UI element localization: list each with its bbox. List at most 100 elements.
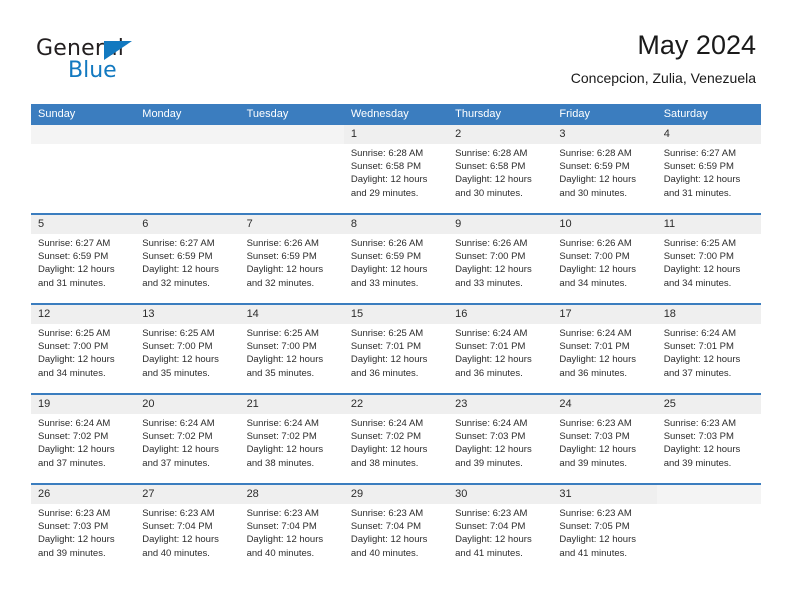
sunset-text: Sunset: 7:00 PM	[559, 251, 630, 263]
day-cell[interactable]: 2 Sunrise: 6:28 AM Sunset: 6:58 PM Daylight…	[448, 125, 553, 213]
daylight-line2-text: and 38 minutes.	[350, 457, 419, 469]
day-cell[interactable]: 3 Sunrise: 6:28 AM Sunset: 6:59 PM Daylight…	[552, 125, 657, 213]
sunrise-text: Sunrise: 6:28 AM	[350, 148, 424, 159]
day-cell[interactable]: 13 Sunrise: 6:25 AM Sunset: 7:00 PM Dayligh…	[135, 305, 240, 393]
day-cell[interactable]: 11 Sunrise: 6:25 AM Sunset: 7:00 PM Dayligh…	[656, 215, 761, 303]
day-cell[interactable]: 1 Sunrise: 6:28 AM Sunset: 6:58 PM Daylight…	[343, 125, 449, 213]
day-details: Sunrise: 6:24 AM Sunset: 7:01 PM Daylight:…	[657, 324, 761, 380]
day-number: 15	[350, 308, 364, 320]
day-details: Sunrise: 6:24 AM Sunset: 7:01 PM Daylight:…	[552, 324, 656, 380]
sunrise-text: Sunrise: 6:24 AM	[350, 418, 424, 429]
day-number: 28	[246, 488, 259, 500]
week-cells: 26 Sunrise: 6:23 AM Sunset: 7:03 PM Dayligh…	[31, 485, 761, 573]
daylight-line1-text: Daylight: 12 hours	[142, 444, 219, 456]
general-blue-logo[interactable]: General Blue	[36, 36, 266, 94]
sunset-text: Sunset: 6:59 PM	[246, 251, 317, 263]
page-subtitle: Concepcion, Zulia, Venezuela	[570, 70, 756, 86]
day-cell[interactable]: 31 Sunrise: 6:23 AM Sunset: 7:05 PM Dayligh…	[552, 485, 657, 573]
sunset-text: Sunset: 7:03 PM	[455, 431, 526, 443]
day-cell[interactable]: 18 Sunrise: 6:24 AM Sunset: 7:01 PM Dayligh…	[656, 305, 761, 393]
day-cell[interactable]: 14 Sunrise: 6:25 AM Sunset: 7:00 PM Dayligh…	[239, 305, 344, 393]
day-cell[interactable]: 10 Sunrise: 6:26 AM Sunset: 7:00 PM Dayligh…	[552, 215, 657, 303]
day-cell[interactable]: 12 Sunrise: 6:25 AM Sunset: 7:00 PM Dayligh…	[31, 305, 136, 393]
day-cell[interactable]: 6 Sunrise: 6:27 AM Sunset: 6:59 PM Daylight…	[135, 215, 240, 303]
daylight-line1-text: Daylight: 12 hours	[246, 534, 324, 546]
day-cell[interactable]: 25 Sunrise: 6:23 AM Sunset: 7:03 PM Dayligh…	[656, 395, 761, 483]
day-details: Sunrise: 6:23 AM Sunset: 7:04 PM Daylight:…	[240, 504, 344, 560]
logo-text-blue: Blue	[68, 58, 117, 83]
sunrise-text: Sunrise: 6:24 AM	[559, 328, 632, 339]
daylight-line1-text: Daylight: 12 hours	[663, 444, 741, 456]
sunrise-text: Sunrise: 6:27 AM	[663, 148, 737, 159]
day-details: Sunrise: 6:26 AM Sunset: 6:59 PM Daylight:…	[344, 234, 448, 290]
calendar-week-row: 1 Sunrise: 6:28 AM Sunset: 6:58 PM Daylight…	[31, 125, 761, 213]
day-details: Sunrise: 6:25 AM Sunset: 7:01 PM Daylight:…	[344, 324, 448, 380]
daylight-line2-text: and 38 minutes.	[246, 457, 315, 469]
day-cell[interactable]: 5 Sunrise: 6:27 AM Sunset: 6:59 PM Daylight…	[31, 215, 136, 303]
day-cell[interactable]: 28 Sunrise: 6:23 AM Sunset: 7:04 PM Dayligh…	[239, 485, 344, 573]
day-cell[interactable]: 7 Sunrise: 6:26 AM Sunset: 6:59 PM Daylight…	[239, 215, 344, 303]
day-details: Sunrise: 6:26 AM Sunset: 7:00 PM Daylight:…	[448, 234, 552, 290]
daylight-line1-text: Daylight: 12 hours	[559, 264, 636, 276]
day-cell[interactable]: 30 Sunrise: 6:23 AM Sunset: 7:04 PM Dayligh…	[448, 485, 553, 573]
day-number: 26	[38, 488, 51, 500]
day-cell-empty	[239, 125, 344, 213]
sunrise-text: Sunrise: 6:24 AM	[455, 328, 528, 339]
day-details: Sunrise: 6:26 AM Sunset: 7:00 PM Daylight:…	[552, 234, 656, 290]
day-number: 14	[246, 308, 259, 320]
day-cell[interactable]: 29 Sunrise: 6:23 AM Sunset: 7:04 PM Dayligh…	[343, 485, 449, 573]
day-number: 17	[559, 308, 572, 320]
sunset-text: Sunset: 6:58 PM	[455, 161, 526, 173]
sunset-text: Sunset: 7:03 PM	[38, 521, 109, 533]
day-number: 1	[350, 128, 357, 140]
weekday-header-row: Sunday Monday Tuesday Wednesday Thursday Frid…	[31, 104, 761, 125]
sunset-text: Sunset: 7:02 PM	[350, 431, 422, 443]
sunrise-text: Sunrise: 6:27 AM	[142, 238, 215, 249]
day-cell[interactable]: 20 Sunrise: 6:24 AM Sunset: 7:02 PM Dayligh…	[135, 395, 240, 483]
day-number: 16	[455, 308, 468, 320]
daylight-line2-text: and 34 minutes.	[559, 277, 628, 289]
sunset-text: Sunset: 6:59 PM	[142, 251, 213, 263]
day-number: 2	[455, 128, 462, 140]
day-details: Sunrise: 6:24 AM Sunset: 7:02 PM Daylight:…	[31, 414, 135, 470]
day-cell[interactable]: 15 Sunrise: 6:25 AM Sunset: 7:01 PM Dayligh…	[343, 305, 449, 393]
weekday-header-tuesday: Tuesday	[246, 108, 289, 120]
day-number: 27	[142, 488, 155, 500]
day-number: 6	[142, 218, 149, 230]
day-cell[interactable]: 24 Sunrise: 6:23 AM Sunset: 7:03 PM Dayligh…	[552, 395, 657, 483]
day-cell[interactable]: 21 Sunrise: 6:24 AM Sunset: 7:02 PM Dayligh…	[239, 395, 344, 483]
day-details: Sunrise: 6:27 AM Sunset: 6:59 PM Daylight:…	[135, 234, 239, 290]
daylight-line1-text: Daylight: 12 hours	[663, 174, 741, 186]
day-number: 11	[663, 218, 676, 230]
day-cell[interactable]: 16 Sunrise: 6:24 AM Sunset: 7:01 PM Dayligh…	[448, 305, 553, 393]
daylight-line1-text: Daylight: 12 hours	[350, 264, 428, 276]
sunrise-text: Sunrise: 6:27 AM	[38, 238, 111, 249]
week-cells: 12 Sunrise: 6:25 AM Sunset: 7:00 PM Dayligh…	[31, 305, 761, 393]
daylight-line2-text: and 29 minutes.	[350, 187, 419, 199]
day-number	[135, 125, 239, 144]
day-cell[interactable]: 23 Sunrise: 6:24 AM Sunset: 7:03 PM Dayligh…	[448, 395, 553, 483]
calendar-grid: Sunday Monday Tuesday Wednesday Thursday Frid…	[31, 104, 761, 573]
day-details: Sunrise: 6:24 AM Sunset: 7:03 PM Daylight:…	[448, 414, 552, 470]
day-cell[interactable]: 22 Sunrise: 6:24 AM Sunset: 7:02 PM Dayligh…	[343, 395, 449, 483]
daylight-line1-text: Daylight: 12 hours	[559, 354, 636, 366]
daylight-line2-text: and 37 minutes.	[38, 457, 106, 469]
day-cell[interactable]: 9 Sunrise: 6:26 AM Sunset: 7:00 PM Daylight…	[448, 215, 553, 303]
day-details: Sunrise: 6:25 AM Sunset: 7:00 PM Daylight:…	[240, 324, 344, 380]
day-cell[interactable]: 17 Sunrise: 6:24 AM Sunset: 7:01 PM Dayligh…	[552, 305, 657, 393]
day-cell[interactable]: 26 Sunrise: 6:23 AM Sunset: 7:03 PM Dayligh…	[31, 485, 136, 573]
page-header: General Blue May 2024 Concepcion, Zulia,…	[36, 28, 756, 96]
daylight-line1-text: Daylight: 12 hours	[142, 354, 219, 366]
day-number: 7	[246, 218, 253, 230]
sunrise-text: Sunrise: 6:25 AM	[246, 328, 319, 339]
sunset-text: Sunset: 7:00 PM	[663, 251, 734, 263]
daylight-line2-text: and 33 minutes.	[350, 277, 419, 289]
day-cell[interactable]: 8 Sunrise: 6:26 AM Sunset: 6:59 PM Daylight…	[343, 215, 449, 303]
daylight-line2-text: and 39 minutes.	[455, 457, 523, 469]
sunrise-text: Sunrise: 6:23 AM	[455, 508, 528, 519]
day-cell[interactable]: 4 Sunrise: 6:27 AM Sunset: 6:59 PM Daylight…	[656, 125, 761, 213]
day-cell[interactable]: 27 Sunrise: 6:23 AM Sunset: 7:04 PM Dayligh…	[135, 485, 240, 573]
day-cell[interactable]: 19 Sunrise: 6:24 AM Sunset: 7:02 PM Dayligh…	[31, 395, 136, 483]
day-number: 20	[142, 398, 155, 410]
daylight-line1-text: Daylight: 12 hours	[350, 444, 428, 456]
